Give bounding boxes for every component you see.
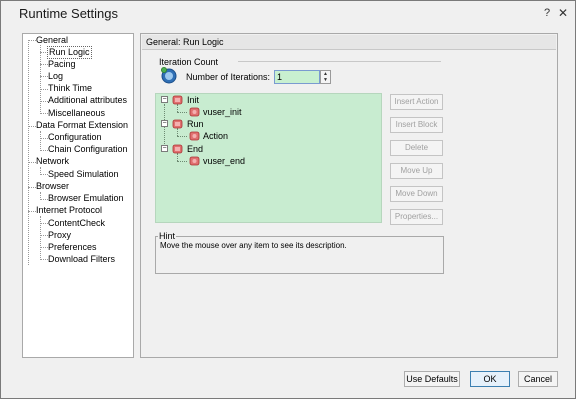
tree-connector: [177, 161, 187, 162]
tree-item-action[interactable]: Action: [203, 131, 228, 142]
group-divider: [238, 61, 441, 62]
insert-action-button[interactable]: Insert Action: [390, 94, 443, 110]
collapse-end-icon[interactable]: −: [161, 145, 168, 152]
action-icon: [189, 107, 200, 117]
iteration-icon: [161, 67, 177, 84]
title-bar: Runtime Settings ? ✕: [1, 1, 575, 27]
collapse-init-icon[interactable]: −: [161, 96, 168, 103]
tree-connector: [177, 153, 178, 161]
nav-item-run-logic[interactable]: Run Logic: [47, 46, 92, 59]
move-up-button[interactable]: Move Up: [390, 163, 443, 179]
tree-connector: [40, 131, 41, 151]
nav-item-preferences[interactable]: Preferences: [47, 242, 98, 253]
delete-button[interactable]: Delete: [390, 140, 443, 156]
help-button[interactable]: ?: [544, 7, 550, 19]
block-icon: [172, 144, 183, 154]
nav-item-download-filters[interactable]: Download Filters: [47, 254, 116, 265]
nav-item-internet-protocol[interactable]: Internet Protocol: [35, 205, 103, 216]
tree-item-vuser-end[interactable]: vuser_end: [203, 156, 245, 167]
use-defaults-button[interactable]: Use Defaults: [404, 371, 460, 387]
insert-block-button[interactable]: Insert Block: [390, 117, 443, 133]
action-icon: [189, 156, 200, 166]
tree-connector: [177, 136, 187, 137]
nav-item-data-format-extension[interactable]: Data Format Extension: [35, 120, 129, 131]
nav-item-general[interactable]: General: [35, 35, 69, 46]
tree-item-vuser-init[interactable]: vuser_init: [203, 107, 242, 118]
hint-text: Move the mouse over any item to see its …: [160, 241, 347, 250]
nav-item-chain-configuration[interactable]: Chain Configuration: [47, 144, 129, 155]
close-button[interactable]: ✕: [558, 6, 568, 20]
nav-item-pacing[interactable]: Pacing: [47, 59, 77, 70]
tree-connector: [28, 40, 29, 265]
nav-item-log[interactable]: Log: [47, 71, 64, 82]
nav-item-additional-attributes[interactable]: Additional attributes: [47, 95, 128, 106]
panel-title: General: Run Logic: [146, 37, 224, 47]
iterations-input[interactable]: [274, 70, 320, 84]
nav-item-browser-emulation[interactable]: Browser Emulation: [47, 193, 125, 204]
collapse-run-icon[interactable]: −: [161, 120, 168, 127]
hint-label: Hint: [158, 231, 177, 241]
iterations-spinner[interactable]: ▲ ▼: [320, 70, 331, 84]
ok-button[interactable]: OK: [470, 371, 510, 387]
cancel-button[interactable]: Cancel: [518, 371, 558, 387]
properties-button[interactable]: Properties...: [390, 209, 443, 225]
nav-item-think-time[interactable]: Think Time: [47, 83, 93, 94]
iterations-label: Number of Iterations:: [186, 72, 271, 82]
move-down-button[interactable]: Move Down: [390, 186, 443, 202]
panel-header: General: Run Logic: [142, 35, 556, 50]
tree-connector: [177, 128, 178, 136]
nav-item-miscellaneous[interactable]: Miscellaneous: [47, 108, 106, 119]
nav-item-configuration[interactable]: Configuration: [47, 132, 103, 143]
tree-item-init[interactable]: Init: [187, 95, 199, 106]
tree-item-end[interactable]: End: [187, 144, 203, 155]
settings-tree[interactable]: General Run Logic Pacing Log Think Time …: [22, 33, 134, 358]
nav-item-speed-simulation[interactable]: Speed Simulation: [47, 169, 120, 180]
tree-connector: [177, 112, 187, 113]
spinner-down-icon[interactable]: ▼: [321, 77, 330, 83]
nav-item-contentcheck[interactable]: ContentCheck: [47, 218, 106, 229]
action-icon: [189, 131, 200, 141]
nav-item-proxy[interactable]: Proxy: [47, 230, 72, 241]
tree-connector: [177, 104, 178, 112]
window-title: Runtime Settings: [19, 6, 118, 21]
nav-item-network[interactable]: Network: [35, 156, 70, 167]
tree-item-run[interactable]: Run: [187, 119, 204, 130]
nav-item-browser[interactable]: Browser: [35, 181, 70, 192]
block-icon: [172, 95, 183, 105]
block-icon: [172, 119, 183, 129]
tree-connector: [40, 45, 41, 114]
